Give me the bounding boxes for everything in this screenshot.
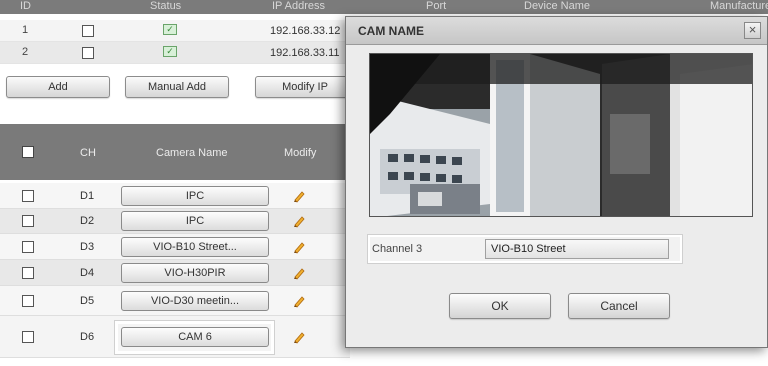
camera-checkbox[interactable] (22, 295, 34, 307)
camera-name-field[interactable]: IPC (121, 186, 269, 206)
device-id: 2 (22, 46, 29, 58)
camera-row[interactable]: D3 VIO-B10 Street... (0, 234, 350, 260)
pencil-icon[interactable] (292, 214, 306, 228)
select-all-checkbox[interactable] (22, 146, 34, 158)
close-icon[interactable]: × (744, 22, 761, 39)
device-checkbox[interactable] (82, 47, 94, 59)
device-col-ip: IP Address (272, 0, 325, 12)
camera-row[interactable]: D5 VIO-D30 meetin... (0, 286, 350, 316)
camera-ch: D3 (80, 241, 95, 253)
cancel-button[interactable]: Cancel (568, 293, 670, 319)
camera-col-modify: Modify (284, 147, 317, 159)
dialog-title: CAM NAME (358, 24, 424, 38)
dialog-title-bar[interactable]: CAM NAME × (346, 17, 767, 45)
camera-col-ch: CH (80, 147, 96, 159)
camera-name-field[interactable]: VIO-H30PIR (121, 263, 269, 283)
pencil-icon[interactable] (292, 330, 306, 344)
channel-name-input[interactable]: VIO-B10 Street (485, 239, 669, 259)
camera-ch: D5 (80, 295, 95, 307)
device-table-header: ID Status IP Address Port Device Name Ma… (0, 0, 768, 14)
camera-table-header: CH Camera Name Modify (0, 124, 350, 180)
status-ok-icon: ✓ (163, 46, 177, 57)
status-ok-icon: ✓ (163, 24, 177, 35)
cam-name-dialog: CAM NAME × Channel 3 VIO-B10 Street OK C… (345, 16, 768, 348)
camera-col-name: Camera Name (156, 147, 228, 159)
manual-add-button[interactable]: Manual Add (125, 76, 229, 98)
camera-checkbox[interactable] (22, 215, 34, 227)
camera-checkbox[interactable] (22, 190, 34, 202)
modify-ip-button[interactable]: Modify IP (255, 76, 355, 98)
pencil-icon[interactable] (292, 240, 306, 254)
ok-button[interactable]: OK (449, 293, 551, 319)
device-ip: 192.168.33.11 (270, 47, 340, 59)
pencil-icon[interactable] (292, 266, 306, 280)
device-ip: 192.168.33.12 (270, 25, 341, 37)
device-col-name: Device Name (524, 0, 591, 12)
camera-name-field[interactable]: VIO-D30 meetin... (121, 291, 269, 311)
pencil-icon[interactable] (292, 189, 306, 203)
camera-preview-image (370, 54, 752, 216)
camera-ch: D2 (80, 215, 95, 227)
camera-ch: D4 (80, 267, 95, 279)
device-col-id: ID (20, 0, 31, 12)
device-col-port: Port (426, 0, 447, 12)
camera-row[interactable]: D1 IPC (0, 183, 350, 209)
device-id: 1 (22, 24, 29, 36)
camera-name-field[interactable]: VIO-B10 Street... (121, 237, 269, 257)
camera-ch: D1 (80, 190, 95, 202)
camera-preview (369, 53, 753, 217)
camera-checkbox[interactable] (22, 331, 34, 343)
camera-row[interactable]: D2 IPC (0, 209, 350, 234)
add-button[interactable]: Add (6, 76, 110, 98)
channel-label: Channel 3 (372, 243, 423, 255)
camera-row[interactable]: D4 VIO-H30PIR (0, 260, 350, 286)
device-checkbox[interactable] (82, 25, 94, 37)
camera-checkbox[interactable] (22, 241, 34, 253)
device-col-status: Status (150, 0, 182, 12)
camera-name-field[interactable]: IPC (121, 211, 269, 231)
channel-name-row: Channel 3 VIO-B10 Street (368, 235, 682, 263)
device-col-manufacturer: Manufacturer (710, 0, 768, 12)
highlight-frame (115, 321, 274, 354)
camera-checkbox[interactable] (22, 267, 34, 279)
pencil-icon[interactable] (292, 294, 306, 308)
camera-ch: D6 (80, 331, 95, 343)
